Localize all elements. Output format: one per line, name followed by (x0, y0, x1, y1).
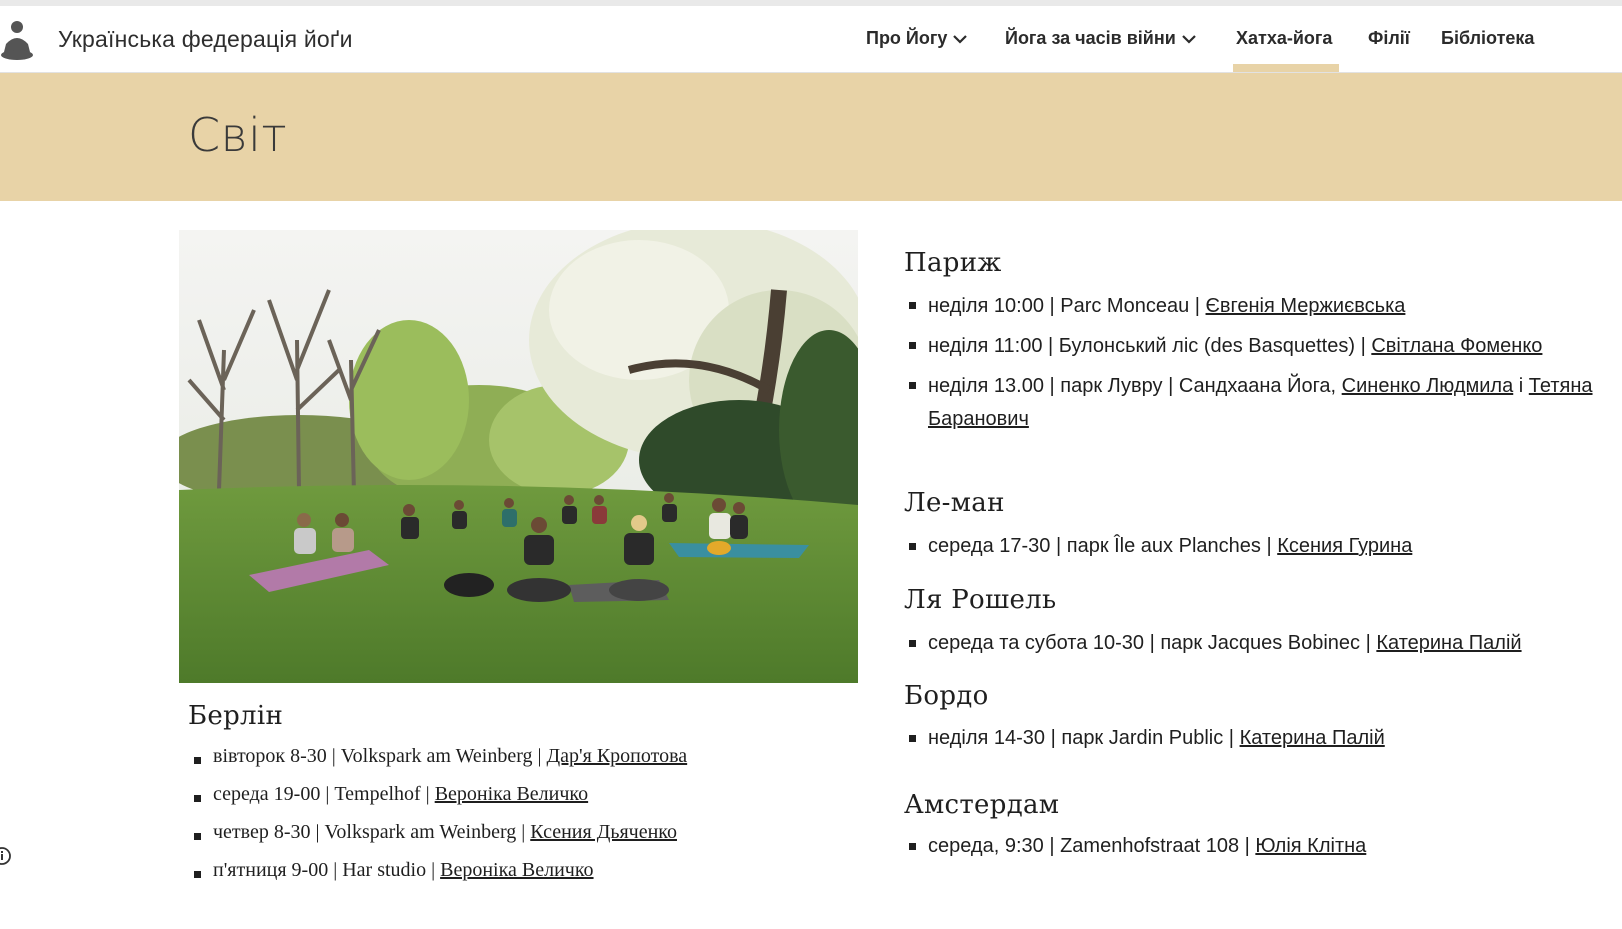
meditation-logo-icon[interactable] (0, 18, 36, 62)
schedule-item: середа 19-00 | Tempelhof | Вероніка Вели… (189, 783, 829, 821)
instructor-link[interactable]: Синенко Людмила (1342, 375, 1514, 397)
la-rochelle-schedule-list: середа та субота 10-30 | парк Jacques Bo… (904, 628, 1594, 658)
instructor-link[interactable]: Євгенія Мержиєвська (1206, 295, 1406, 317)
schedule-item: п'ятниця 9-00 | Har studio | Вероніка Ве… (189, 859, 829, 897)
city-heading-le-mans: Ле-ман (904, 488, 1005, 518)
instructor-link[interactable]: Вероніка Величко (435, 783, 588, 805)
nav-label: Бібліотека (1441, 28, 1535, 48)
schedule-text: вівторок 8-30 | Volkspark am Weinberg | (213, 745, 547, 767)
berlin-schedule-list: вівторок 8-30 | Volkspark am Weinberg | … (189, 745, 829, 897)
amsterdam-schedule-list: середа, 9:30 | Zamenhofstraat 108 | Юлія… (904, 831, 1594, 861)
nav-label: Хатха-йога (1236, 28, 1333, 48)
nav-label: Йога за часів війни (1005, 28, 1176, 48)
schedule-text: середа, 9:30 | Zamenhofstraat 108 | (928, 835, 1256, 857)
page-banner: Світ (0, 73, 1622, 201)
nav-library[interactable]: Бібліотека (1441, 28, 1534, 49)
schedule-text: і (1513, 375, 1529, 397)
instructor-link[interactable]: Вероніка Величко (440, 859, 593, 881)
schedule-text: середа 17-30 | парк Île aux Planches | (928, 535, 1278, 557)
schedule-text: неділя 10:00 | Parc Monceau | (928, 295, 1206, 317)
instructor-link[interactable]: Юлія Клітна (1255, 835, 1366, 857)
instructor-link[interactable]: Ксения Дьяченко (530, 821, 677, 843)
city-heading-berlin: Берлін (188, 701, 284, 731)
schedule-item: неділя 14-30 | парк Jardin Public | Кате… (904, 723, 1594, 753)
instructor-link[interactable]: Світлана Фоменко (1371, 335, 1542, 357)
schedule-item: неділя 13.00 | парк Лувру | Сандхаана Йо… (904, 370, 1594, 436)
schedule-item: неділя 11:00 | Булонський ліс (des Basqu… (904, 330, 1594, 362)
paris-schedule-list: неділя 10:00 | Parc Monceau | Євгенія Ме… (904, 290, 1594, 436)
instructor-link[interactable]: Катерина Палій (1376, 632, 1521, 654)
city-heading-bordeaux: Бордо (904, 681, 989, 711)
schedule-item: вівторок 8-30 | Volkspark am Weinberg | … (189, 745, 829, 783)
le-mans-schedule-list: середа 17-30 | парк Île aux Planches | К… (904, 531, 1594, 561)
schedule-item: четвер 8-30 | Volkspark am Weinberg | Кс… (189, 821, 829, 859)
schedule-item: середа 17-30 | парк Île aux Planches | К… (904, 531, 1594, 561)
nav-label: Філії (1368, 28, 1410, 48)
site-header: Українська федерація йоґи Про Йогу Йога … (0, 6, 1622, 73)
instructor-link[interactable]: Катерина Палій (1240, 727, 1385, 749)
schedule-item: середа та субота 10-30 | парк Jacques Bo… (904, 628, 1594, 658)
schedule-text: неділя 11:00 | Булонський ліс (des Basqu… (928, 335, 1372, 357)
chevron-down-icon (953, 35, 968, 44)
instructor-link[interactable]: Ксения Гурина (1277, 535, 1412, 557)
schedule-text: неділя 13.00 | парк Лувру | Сандхаана Йо… (928, 375, 1342, 397)
page-title: Світ (188, 108, 288, 162)
bordeaux-schedule-list: неділя 14-30 | парк Jardin Public | Кате… (904, 723, 1594, 753)
schedule-text: п'ятниця 9-00 | Har studio | (213, 859, 441, 881)
nav-label: Про Йогу (866, 28, 948, 48)
city-heading-la-rochelle: Ля Рошель (904, 585, 1057, 615)
site-title[interactable]: Українська федерація йоґи (58, 26, 353, 53)
schedule-text: четвер 8-30 | Volkspark am Weinberg | (213, 821, 531, 843)
schedule-text: середа 19-00 | Tempelhof | (213, 783, 435, 805)
instructor-link[interactable]: Дар'я Кропотова (547, 745, 688, 767)
active-tab-indicator (1233, 64, 1339, 72)
city-heading-amsterdam: Амстердам (904, 790, 1060, 820)
chevron-down-icon (1182, 35, 1196, 44)
nav-hatha-yoga[interactable]: Хатха-йога (1236, 28, 1332, 49)
info-icon[interactable] (0, 846, 12, 866)
yoga-park-photo (179, 230, 858, 683)
city-heading-paris: Париж (904, 248, 1002, 278)
nav-yoga-war[interactable]: Йога за часів війни (1005, 28, 1196, 49)
schedule-item: неділя 10:00 | Parc Monceau | Євгенія Ме… (904, 290, 1594, 322)
nav-branches[interactable]: Філії (1368, 28, 1410, 49)
schedule-text: неділя 14-30 | парк Jardin Public | (928, 727, 1240, 749)
nav-about-yoga[interactable]: Про Йогу (866, 28, 968, 49)
schedule-item: середа, 9:30 | Zamenhofstraat 108 | Юлія… (904, 831, 1594, 861)
schedule-text: середа та субота 10-30 | парк Jacques Bo… (928, 632, 1377, 654)
